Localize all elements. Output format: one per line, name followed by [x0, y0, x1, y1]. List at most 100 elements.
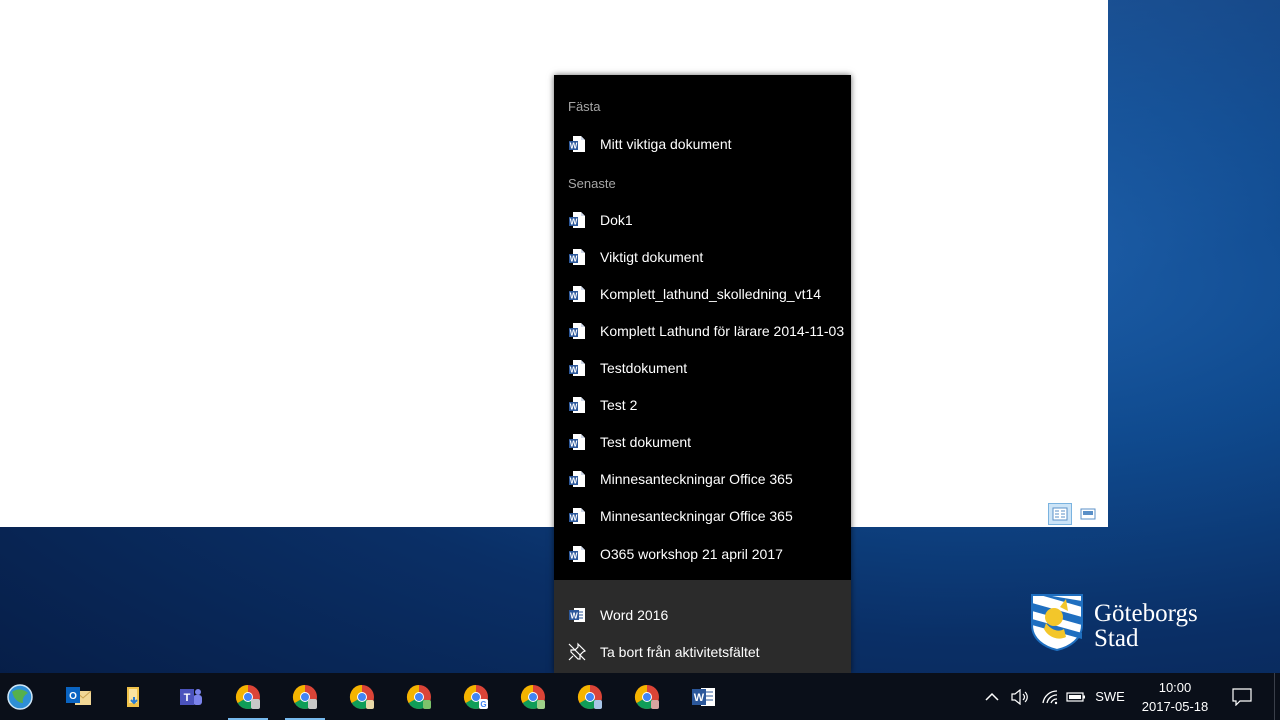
city-crest-icon [1031, 594, 1083, 652]
recent-heading: Senaste [568, 176, 616, 191]
input-language-button[interactable]: SWE [1092, 673, 1128, 720]
clock-time: 10:00 [1158, 680, 1192, 695]
pinned-item[interactable]: W Mitt viktiga dokument [554, 125, 851, 162]
recent-item-label: Test dokument [600, 433, 692, 450]
chrome-icon [349, 684, 374, 709]
details-view-icon [1052, 507, 1068, 521]
word-jump-list: Fästa W Mitt viktiga dokument Senaste W … [554, 75, 851, 673]
recent-item[interactable]: W Minnesanteckningar Office 365 [554, 497, 851, 534]
unpin-taskbar-item[interactable]: Ta bort från aktivitetsfältet [554, 633, 851, 670]
recent-item-label: Test 2 [600, 396, 638, 413]
svg-text:O: O [69, 691, 77, 702]
recent-item[interactable]: W Komplett Lathund för lärare 2014-11-03 [554, 312, 851, 349]
recent-item[interactable]: W Komplett_lathund_skolledning_vt14 [554, 275, 851, 312]
teams-icon: T [180, 688, 202, 705]
taskbar-app-chrome[interactable] [281, 673, 329, 720]
battery-button[interactable] [1064, 673, 1088, 720]
svg-text:W: W [570, 551, 578, 560]
recent-item-label: Testdokument [600, 359, 688, 376]
goteborgs-stad-logo: Göteborgs Stad [1030, 593, 1230, 653]
word-document-icon: W [569, 135, 585, 152]
word-document-icon: W [569, 433, 585, 450]
recent-item[interactable]: W O365 workshop 21 april 2017 [554, 535, 851, 572]
jump-list-footer: W Word 2016 Ta bort från aktivitetsfälte… [554, 580, 851, 673]
word-document-icon: W [569, 211, 585, 228]
battery-icon [1066, 691, 1085, 702]
recent-item[interactable]: W Minnesanteckningar Office 365 [554, 460, 851, 497]
svg-text:W: W [570, 365, 578, 374]
chrome-icon [406, 684, 431, 709]
taskbar-app-chrome[interactable] [623, 673, 671, 720]
svg-text:W: W [570, 476, 578, 485]
action-center-button[interactable] [1228, 673, 1256, 720]
recent-item-label: Minnesanteckningar Office 365 [600, 470, 793, 487]
logo-line-2: Stad [1094, 625, 1139, 652]
outlook-icon: O [66, 686, 92, 705]
preview-view-icon [1080, 508, 1096, 520]
network-button[interactable] [1038, 673, 1062, 720]
chevron-up-icon [985, 692, 999, 701]
chrome-icon [292, 684, 317, 709]
taskbar-app-explorer[interactable] [110, 673, 158, 720]
chrome-icon [235, 684, 260, 709]
chrome-icon [520, 684, 545, 709]
logo-text: Göteborgs Stad [1094, 601, 1198, 651]
chrome-icon [577, 684, 602, 709]
taskbar: O T G W SWE 10:00 2017-05-18 [0, 673, 1280, 720]
word-document-icon: W [569, 285, 585, 302]
svg-text:W: W [570, 402, 578, 411]
word-document-icon: W [569, 359, 585, 376]
word-document-icon: W [569, 322, 585, 339]
clock-date: 2017-05-18 [1141, 699, 1209, 714]
recent-item-label: Komplett Lathund för lärare 2014-11-03 [600, 322, 845, 339]
word-document-icon: W [569, 248, 585, 265]
word-icon: W [692, 687, 715, 706]
recent-item[interactable]: W Test dokument [554, 423, 851, 460]
svg-text:W: W [570, 141, 578, 150]
volume-button[interactable] [1008, 673, 1032, 720]
svg-text:W: W [570, 291, 578, 300]
svg-text:W: W [570, 439, 578, 448]
taskbar-app-chrome[interactable] [566, 673, 614, 720]
details-view-button[interactable] [1048, 503, 1072, 525]
taskbar-app-chrome[interactable] [338, 673, 386, 720]
logo-line-1: Göteborgs [1094, 600, 1198, 627]
pinned-item-label: Mitt viktiga dokument [600, 135, 732, 152]
pinned-heading: Fästa [568, 99, 601, 114]
view-toggles [1048, 503, 1100, 525]
show-desktop-button[interactable] [1274, 673, 1280, 720]
chrome-icon: G [463, 684, 488, 709]
recent-item-label: Minnesanteckningar Office 365 [600, 507, 793, 524]
show-hidden-icons-button[interactable] [980, 673, 1004, 720]
svg-text:T: T [184, 692, 191, 704]
recent-item-label: Dok1 [600, 211, 633, 228]
file-explorer-icon [127, 686, 139, 707]
word-app-icon: W [569, 607, 585, 622]
word-document-icon: W [569, 545, 585, 562]
recent-item[interactable]: W Dok1 [554, 201, 851, 238]
svg-text:W: W [570, 217, 578, 226]
globe-icon [7, 683, 33, 710]
clock[interactable]: 10:00 2017-05-18 [1130, 678, 1220, 716]
preview-view-button[interactable] [1076, 503, 1100, 525]
recent-item-label: O365 workshop 21 april 2017 [600, 545, 783, 562]
recent-item-label: Viktigt dokument [600, 248, 704, 265]
svg-text:W: W [570, 611, 578, 620]
svg-text:G: G [480, 700, 486, 709]
recent-item[interactable]: W Testdokument [554, 349, 851, 386]
taskbar-app-browser[interactable] [0, 673, 44, 720]
taskbar-app-word[interactable]: W [680, 673, 728, 720]
recent-item[interactable]: W Test 2 [554, 386, 851, 423]
taskbar-app-chrome[interactable] [224, 673, 272, 720]
taskbar-app-chrome[interactable]: G [452, 673, 500, 720]
taskbar-app-chrome[interactable] [395, 673, 443, 720]
recent-item-label: Komplett_lathund_skolledning_vt14 [600, 285, 822, 302]
unpin-icon [568, 642, 587, 660]
taskbar-app-teams[interactable]: T [167, 673, 215, 720]
taskbar-app-outlook[interactable]: O [54, 673, 102, 720]
taskbar-app-chrome[interactable] [509, 673, 557, 720]
open-word-item[interactable]: W Word 2016 [554, 596, 851, 633]
wifi-icon [1042, 689, 1058, 704]
recent-item[interactable]: W Viktigt dokument [554, 238, 851, 275]
word-app-label: Word 2016 [600, 606, 669, 623]
